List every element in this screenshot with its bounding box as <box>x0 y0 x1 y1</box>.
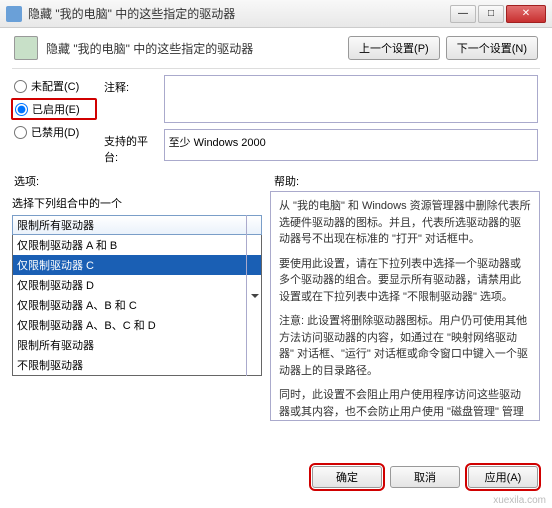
cancel-button[interactable]: 取消 <box>390 466 460 488</box>
combo-dropdown: 仅限制驱动器 A 和 B仅限制驱动器 C仅限制驱动器 D仅限制驱动器 A、B 和… <box>12 235 262 376</box>
apply-button[interactable]: 应用(A) <box>468 466 538 488</box>
next-setting-button[interactable]: 下一个设置(N) <box>446 36 538 60</box>
radio-not-configured[interactable]: 未配置(C) <box>14 75 94 97</box>
comment-label: 注释: <box>104 75 156 95</box>
titlebar: 隐藏 "我的电脑" 中的这些指定的驱动器 — □ ✕ <box>0 0 552 28</box>
maximize-button[interactable]: □ <box>478 5 504 23</box>
app-icon <box>6 6 22 22</box>
help-p1: 从 "我的电脑" 和 Windows 资源管理器中删除代表所选硬件驱动器的图标。… <box>279 198 531 248</box>
prev-setting-button[interactable]: 上一个设置(P) <box>348 36 440 60</box>
policy-title: 隐藏 "我的电脑" 中的这些指定的驱动器 <box>46 40 340 57</box>
policy-icon <box>14 36 38 60</box>
help-label: 帮助: <box>274 173 538 189</box>
radio-not-configured-input[interactable] <box>14 80 27 93</box>
combo-item[interactable]: 不限制驱动器 <box>13 355 261 375</box>
minimize-button[interactable]: — <box>450 5 476 23</box>
radio-enabled[interactable]: 已启用(E) <box>11 98 97 120</box>
watermark: xuexila.com <box>493 495 546 506</box>
close-button[interactable]: ✕ <box>506 5 546 23</box>
options-label: 选项: <box>14 173 274 189</box>
ok-button[interactable]: 确定 <box>312 466 382 488</box>
comment-field[interactable] <box>164 75 538 123</box>
window-controls: — □ ✕ <box>450 5 546 23</box>
footer-buttons: 确定 取消 应用(A) <box>312 466 538 488</box>
combo-item[interactable]: 仅限制驱动器 A 和 B <box>13 235 261 255</box>
combo-item[interactable]: 仅限制驱动器 C <box>13 255 261 275</box>
radio-enabled-input[interactable] <box>15 103 28 116</box>
platform-field: 至少 Windows 2000 <box>164 129 538 161</box>
combo-selected-text: 限制所有驱动器 <box>17 217 94 233</box>
combo-item[interactable]: 仅限制驱动器 A、B、C 和 D <box>13 315 261 335</box>
combo-item[interactable]: 限制所有驱动器 <box>13 335 261 355</box>
radio-disabled-input[interactable] <box>14 126 27 139</box>
header-row: 隐藏 "我的电脑" 中的这些指定的驱动器 上一个设置(P) 下一个设置(N) <box>0 28 552 64</box>
window-title: 隐藏 "我的电脑" 中的这些指定的驱动器 <box>28 5 450 22</box>
help-panel: 从 "我的电脑" 和 Windows 资源管理器中删除代表所选硬件驱动器的图标。… <box>270 191 540 421</box>
help-p3: 注意: 此设置将删除驱动器图标。用户仍可使用其他方法访问驱动器的内容，如通过在 … <box>279 313 531 379</box>
chevron-down-icon[interactable] <box>246 215 262 376</box>
radio-not-configured-label: 未配置(C) <box>31 78 79 94</box>
radio-enabled-label: 已启用(E) <box>32 101 80 117</box>
divider <box>12 68 540 69</box>
combo-item[interactable]: 仅限制驱动器 D <box>13 275 261 295</box>
combo-display[interactable]: 限制所有驱动器 <box>12 215 262 235</box>
radio-disabled-label: 已禁用(D) <box>31 124 79 140</box>
help-p4: 同时，此设置不会阻止用户使用程序访问这些驱动器或其内容，也不会防止用户使用 "磁… <box>279 387 531 421</box>
help-p2: 要使用此设置，请在下拉列表中选择一个驱动器或多个驱动器的组合。要显示所有驱动器，… <box>279 256 531 306</box>
combo-item[interactable]: 仅限制驱动器 A、B 和 C <box>13 295 261 315</box>
combo-caption: 选择下列组合中的一个 <box>12 191 262 215</box>
platform-label: 支持的平台: <box>104 129 156 165</box>
radio-disabled[interactable]: 已禁用(D) <box>14 121 94 143</box>
